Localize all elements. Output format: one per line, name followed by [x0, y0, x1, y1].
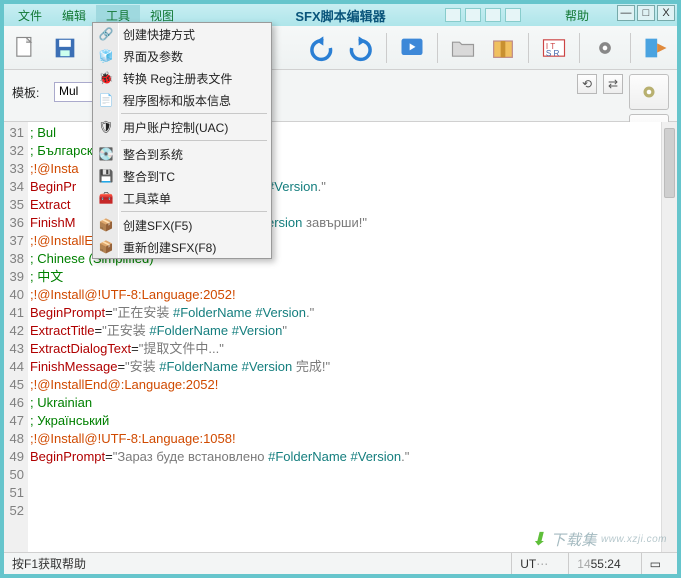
scroll-thumb[interactable] — [664, 128, 675, 198]
menu-icon: 📦 — [97, 216, 115, 234]
window-title: SFX脚本编辑器 — [295, 6, 385, 25]
open-folder-button[interactable] — [446, 31, 480, 65]
tools-menu-item-2[interactable]: 🐞 转换 Reg注册表文件 — [93, 67, 271, 89]
menu-separator — [121, 140, 267, 141]
tools-menu: 🔗 创建快捷方式 🧊 界面及参数 🐞 转换 Reg注册表文件 📄 程序图标和版本信息 🛡 用户账户… — [92, 22, 272, 259]
template-label: 模板: — [12, 84, 48, 101]
titlebar-btn-3[interactable] — [485, 8, 501, 22]
svg-text:S R: S R — [546, 49, 560, 58]
tools-menu-item-0[interactable]: 🔗 创建快捷方式 — [93, 23, 271, 45]
watermark: ⬇ 下载集 www.xzji.com — [531, 529, 667, 550]
new-button[interactable] — [8, 31, 42, 65]
menu-icon: 📦 — [97, 238, 115, 256]
status-doc-icon: ▭ — [641, 553, 669, 574]
tools-menu-item-9[interactable]: 📦 重新创建SFX(F8) — [93, 236, 271, 258]
menu-item-label: 整合到系统 — [123, 146, 183, 163]
vertical-scrollbar[interactable] — [661, 122, 677, 552]
menu-icon: 💾 — [97, 167, 115, 185]
titlebar-btn-2[interactable] — [465, 8, 481, 22]
titlebar-btn-4[interactable] — [505, 8, 521, 22]
tools-menu-item-6[interactable]: 💾 整合到TC — [93, 165, 271, 187]
watermark-text: 下载集 — [550, 529, 597, 550]
menu-icon: 🛡 — [97, 118, 115, 136]
run-button[interactable] — [395, 31, 429, 65]
maximize-button[interactable]: □ — [637, 5, 655, 21]
exit-button[interactable] — [639, 31, 673, 65]
status-bar: 按F1获取帮助 UT⋯ 1455:24 ▭ — [4, 552, 677, 574]
menu-item-label: 程序图标和版本信息 — [123, 92, 231, 109]
menu-help[interactable]: 帮助 — [555, 5, 599, 26]
menu-icon: 🧊 — [97, 47, 115, 65]
save-button[interactable] — [48, 31, 82, 65]
download-arrow-icon: ⬇ — [531, 529, 547, 550]
menu-separator — [121, 211, 267, 212]
tools-menu-item-7[interactable]: 🧰 工具菜单 — [93, 187, 271, 209]
redo-button[interactable] — [344, 31, 378, 65]
menu-icon: 🐞 — [97, 69, 115, 87]
its-button[interactable]: I TS R — [537, 31, 571, 65]
watermark-site: www.xzji.com — [601, 534, 667, 545]
menu-item-label: 工具菜单 — [123, 190, 171, 207]
minimize-button[interactable]: — — [617, 5, 635, 21]
reload-button[interactable]: ⟲ — [577, 74, 597, 94]
titlebar-btn-1[interactable] — [445, 8, 461, 22]
menu-item-label: 创建快捷方式 — [123, 26, 195, 43]
menu-icon: 💽 — [97, 145, 115, 163]
archive-button[interactable] — [486, 31, 520, 65]
undo-button[interactable] — [304, 31, 338, 65]
menu-item-label: 转换 Reg注册表文件 — [123, 70, 232, 87]
menu-file[interactable]: 文件 — [8, 5, 52, 26]
menu-icon: 🧰 — [97, 189, 115, 207]
settings-gear-button[interactable] — [588, 31, 622, 65]
close-button[interactable]: X — [657, 5, 675, 21]
tools-menu-item-3[interactable]: 📄 程序图标和版本信息 — [93, 89, 271, 111]
menu-icon: 📄 — [97, 91, 115, 109]
status-time: 1455:24 — [568, 553, 628, 574]
settings-button[interactable] — [629, 74, 669, 110]
menu-item-label: 界面及参数 — [123, 48, 183, 65]
tools-menu-item-4[interactable]: 🛡 用户账户控制(UAC) — [93, 116, 271, 138]
refresh-button[interactable]: ⇄ — [603, 74, 623, 94]
menu-item-label: 创建SFX(F5) — [123, 217, 192, 234]
menu-edit[interactable]: 编辑 — [52, 5, 96, 26]
tools-menu-item-8[interactable]: 📦 创建SFX(F5) — [93, 214, 271, 236]
status-encoding: UT⋯ — [511, 553, 556, 574]
menu-item-label: 重新创建SFX(F8) — [123, 239, 216, 256]
tools-menu-item-1[interactable]: 🧊 界面及参数 — [93, 45, 271, 67]
menu-item-label: 用户账户控制(UAC) — [123, 119, 228, 136]
menu-icon: 🔗 — [97, 25, 115, 43]
menu-item-label: 整合到TC — [123, 168, 175, 185]
menu-separator — [121, 113, 267, 114]
gutter: 3132333435363738394041424344454647484950… — [4, 122, 28, 552]
status-hint: 按F1获取帮助 — [12, 555, 86, 572]
tools-menu-item-5[interactable]: 💽 整合到系统 — [93, 143, 271, 165]
